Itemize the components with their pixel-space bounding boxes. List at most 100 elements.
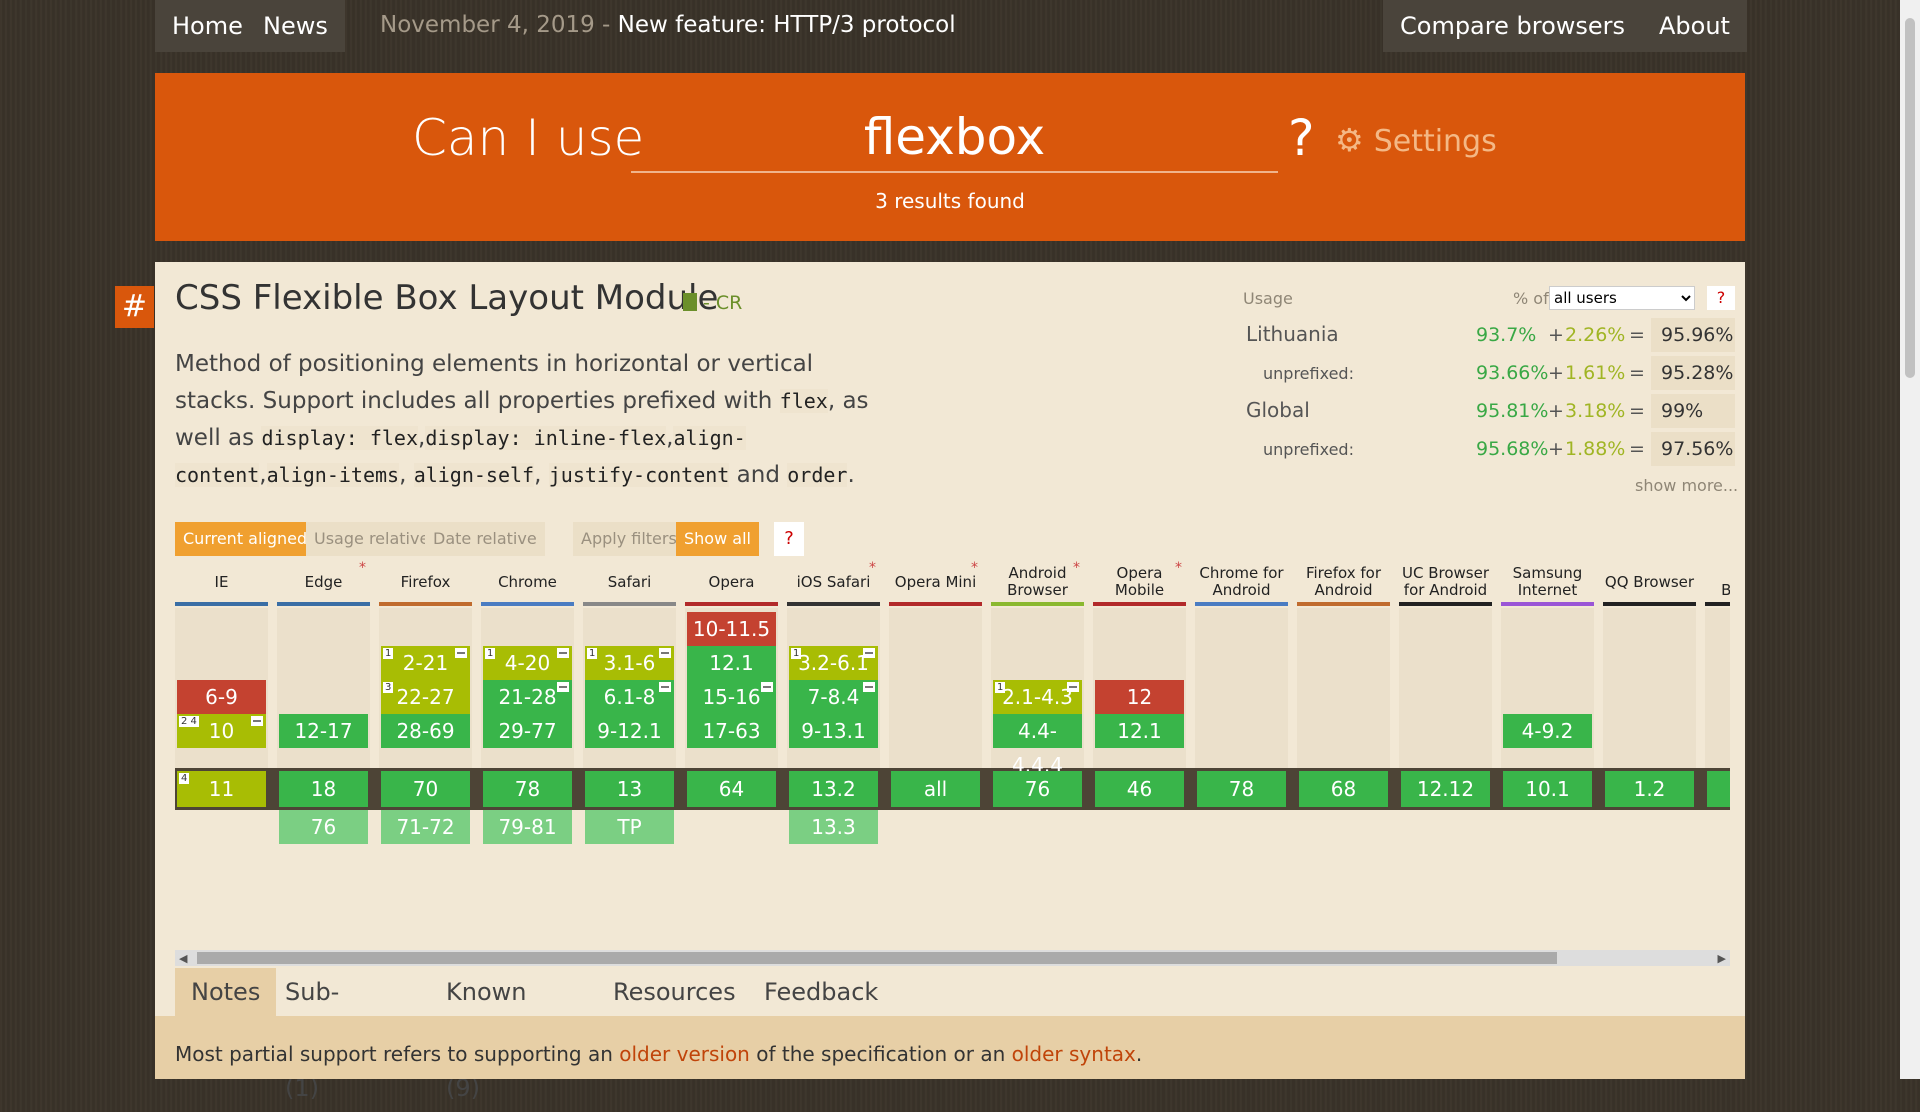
filter-current-aligned[interactable]: Current aligned (175, 522, 316, 556)
tab-known-issues[interactable]: Known issues (9) (430, 968, 542, 1102)
nav-compare-link[interactable]: Compare browsers (1383, 0, 1643, 52)
version-cell[interactable]: 13.2 (789, 771, 878, 807)
version-cell[interactable]: 13 (585, 771, 674, 807)
search-input[interactable] (631, 103, 1278, 173)
version-cell[interactable]: 12.12 (1401, 771, 1490, 807)
version-cell[interactable]: 11 4 (177, 771, 266, 807)
scroll-right-icon[interactable]: ▶ (1718, 952, 1726, 965)
version-cell[interactable]: 64 (687, 771, 776, 807)
version-cell[interactable]: TP (585, 810, 674, 844)
version-cell[interactable]: 2.1-4.3 1 (993, 680, 1082, 714)
scrollbar-thumb[interactable] (197, 952, 1557, 964)
version-cell[interactable]: 13.3 (789, 810, 878, 844)
browser-name[interactable]: Safari (583, 562, 676, 602)
version-cell[interactable]: 4.4-4.4.4 (993, 714, 1082, 777)
version-cell[interactable]: 46 (1095, 771, 1184, 807)
show-more-link[interactable]: show more... (1635, 476, 1738, 495)
version-cell[interactable]: 4-20 1 (483, 646, 572, 680)
nav-news-link[interactable]: News (246, 0, 345, 52)
version-cell[interactable]: 29-77 (483, 714, 572, 748)
browser-name[interactable]: Chrome (481, 562, 574, 602)
browser-name[interactable]: Firefox for Android (1297, 562, 1390, 602)
browser-name[interactable]: Samsung Internet (1501, 562, 1594, 602)
version-cell[interactable]: 12.1 (687, 646, 776, 680)
version-cell[interactable]: all (891, 771, 980, 807)
version-cell[interactable]: 79-81 (483, 810, 572, 844)
version-cell[interactable]: 21-28 (483, 680, 572, 714)
browser-name[interactable]: Opera (685, 562, 778, 602)
version-cell[interactable]: 12 (1095, 680, 1184, 714)
spec-status[interactable]: - CR (683, 292, 742, 314)
older-version-link[interactable]: older version (619, 1042, 750, 1066)
version-cell[interactable]: 70 (381, 771, 470, 807)
news-ticker[interactable]: November 4, 2019 - New feature: HTTP/3 p… (380, 0, 956, 50)
table-horizontal-scrollbar[interactable]: ◀ ▶ (175, 950, 1730, 966)
notes-text-part: . (1135, 1042, 1143, 1066)
browser-name[interactable]: Android Browser (991, 562, 1084, 602)
version-cell[interactable]: 10 2 4 (177, 714, 266, 748)
usage-row-global: Global 95.81% + 3.18% = 99% (1243, 394, 1737, 428)
version-cell[interactable]: 22-27 3 (381, 680, 470, 714)
tab-sub-features[interactable]: Sub-features (1) (269, 968, 400, 1102)
filters-help-button[interactable]: ? (774, 522, 804, 556)
apply-filters-button[interactable]: Apply filters (573, 522, 685, 556)
version-cell[interactable]: 18 (279, 771, 368, 807)
browser-name[interactable]: Edge (277, 562, 370, 602)
nav-home-link[interactable]: Home (155, 0, 260, 52)
show-all-button[interactable]: Show all (676, 522, 759, 556)
browser-name[interactable]: IE (175, 562, 268, 602)
version-cell[interactable]: 10.1 (1503, 771, 1592, 807)
version-cell[interactable]: 3.2-6.1 1 (789, 646, 878, 680)
browser-name[interactable]: Firefox (379, 562, 472, 602)
page-vertical-scrollbar[interactable] (1900, 0, 1920, 1079)
nav-about-link[interactable]: About (1642, 0, 1747, 52)
version-cell[interactable]: 6-9 (177, 680, 266, 714)
browser-name[interactable]: QQ Browser (1603, 562, 1696, 602)
browser-color-bar (889, 602, 982, 606)
tab-feedback[interactable]: Feedback (748, 968, 894, 1016)
browser-name[interactable]: Chrome for Android (1195, 562, 1288, 602)
version-cell[interactable]: 76 (993, 771, 1082, 807)
usage-row-label: Global (1246, 398, 1310, 422)
tab-resources[interactable]: Resources (13) (597, 968, 752, 1054)
version-cell[interactable]: 12-17 (279, 714, 368, 748)
version-cell[interactable]: 4-9.2 (1503, 714, 1592, 748)
page-scrollbar-thumb[interactable] (1905, 18, 1915, 378)
filter-date-relative[interactable]: Date relative (425, 522, 545, 556)
version-cell[interactable]: 3.1-6 1 (585, 646, 674, 680)
browser-name[interactable]: Baidu Browser (1705, 562, 1730, 602)
version-cell[interactable]: 10-11.5 (687, 612, 776, 646)
version-cell[interactable]: 76 (279, 810, 368, 844)
version-cell[interactable]: 28-69 (381, 714, 470, 748)
version-cell[interactable]: 78 (483, 771, 572, 807)
search-help-button[interactable]: ? (1288, 109, 1315, 167)
version-cell[interactable]: 17-63 (687, 714, 776, 748)
browser-name[interactable]: UC Browser for Android (1399, 562, 1492, 602)
version-cell[interactable]: 1.2 (1605, 771, 1694, 807)
version-cell[interactable]: 2-21 1 (381, 646, 470, 680)
older-syntax-link[interactable]: older syntax (1012, 1042, 1136, 1066)
version-cell[interactable]: 9-13.1 (789, 714, 878, 748)
version-cell[interactable]: 68 (1299, 771, 1388, 807)
version-cell[interactable]: 7.12 (1707, 771, 1730, 807)
browser-name[interactable]: iOS Safari (787, 562, 880, 602)
browser-name[interactable]: Opera Mobile (1093, 562, 1186, 602)
tab-notes[interactable]: Notes (175, 968, 277, 1016)
version-cell[interactable]: 15-16 (687, 680, 776, 714)
usage-total: 95.96% (1651, 318, 1735, 352)
browser-color-bar (685, 602, 778, 606)
settings-button[interactable]: ⚙ Settings (1335, 121, 1497, 159)
version-cell[interactable]: 6.1-8 (585, 680, 674, 714)
version-cell[interactable]: 7-8.4 (789, 680, 878, 714)
scroll-left-icon[interactable]: ◀ (179, 952, 187, 965)
permalink-hash-button[interactable]: # (115, 286, 154, 328)
news-title[interactable]: New feature: HTTP/3 protocol (618, 12, 956, 38)
version-cell[interactable]: 12.1 (1095, 714, 1184, 748)
browser-name[interactable]: Opera Mini (889, 562, 982, 602)
version-cell[interactable]: 9-12.1 (585, 714, 674, 748)
filter-usage-relative[interactable]: Usage relative (306, 522, 438, 556)
usage-population-select[interactable]: all users (1549, 286, 1695, 310)
version-cell[interactable]: 71-72 (381, 810, 470, 844)
usage-help-button[interactable]: ? (1707, 286, 1735, 310)
version-cell[interactable]: 78 (1197, 771, 1286, 807)
